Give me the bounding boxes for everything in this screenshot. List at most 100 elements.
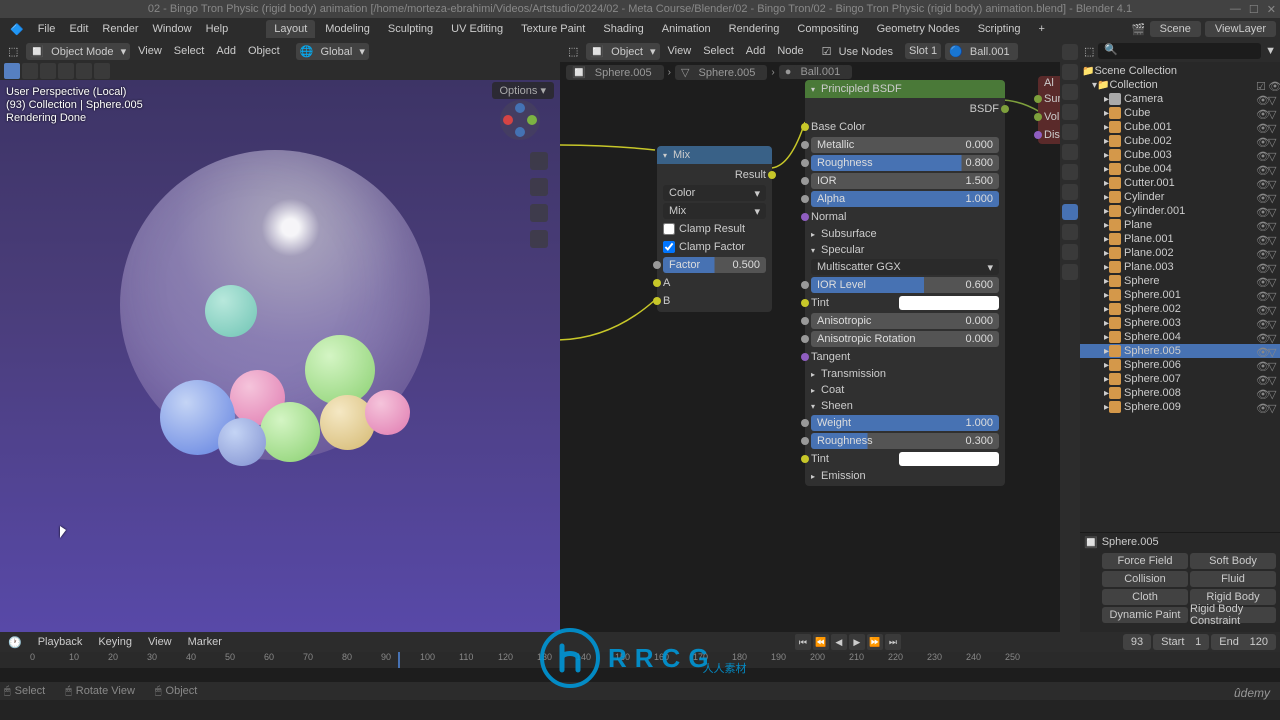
tl-menu-playback[interactable]: Playback bbox=[34, 634, 87, 650]
minimize-icon[interactable]: — bbox=[1230, 3, 1241, 16]
btn-softbody[interactable]: Soft Body bbox=[1190, 553, 1276, 569]
alpha-slider[interactable]: Alpha1.000 bbox=[811, 191, 999, 207]
ior-level-slider[interactable]: IOR Level0.600 bbox=[811, 277, 999, 293]
socket-bsdf[interactable] bbox=[1001, 105, 1009, 113]
zoom-icon[interactable] bbox=[530, 152, 548, 170]
menu-render[interactable]: Render bbox=[96, 21, 144, 37]
socket-b[interactable] bbox=[653, 297, 661, 305]
roughness-slider[interactable]: Roughness0.800 bbox=[811, 155, 999, 171]
tool-select[interactable] bbox=[4, 63, 20, 79]
tab-layout[interactable]: Layout bbox=[266, 20, 315, 38]
outliner-search[interactable]: 🔍 bbox=[1098, 43, 1261, 59]
keyframe-prev-icon[interactable]: ⏪ bbox=[813, 634, 829, 650]
start-frame-field[interactable]: Start 1 bbox=[1153, 634, 1209, 650]
outliner-row[interactable]: ▸Sphere.008👁▽ bbox=[1080, 386, 1280, 400]
mode-selector[interactable]: 🔲 Object Mode ▾ bbox=[26, 43, 130, 60]
menu-edit[interactable]: Edit bbox=[63, 21, 94, 37]
tint-swatch-1[interactable] bbox=[899, 296, 999, 310]
end-frame-field[interactable]: End 120 bbox=[1211, 634, 1276, 650]
tab-animation[interactable]: Animation bbox=[654, 20, 719, 38]
perspective-icon[interactable] bbox=[530, 230, 548, 248]
tab-geonodes[interactable]: Geometry Nodes bbox=[869, 20, 968, 38]
outliner-row[interactable]: ▸Cube👁▽ bbox=[1080, 106, 1280, 120]
tab-texture[interactable]: Texture Paint bbox=[513, 20, 593, 38]
clamp-result-check[interactable]: Clamp Result bbox=[663, 223, 745, 235]
vtab-viewlayer[interactable] bbox=[1062, 84, 1078, 100]
tab-uv[interactable]: UV Editing bbox=[443, 20, 511, 38]
emission-group[interactable]: ▸Emission bbox=[805, 468, 1005, 484]
outliner-type-icon[interactable]: ⬚ bbox=[1084, 45, 1094, 58]
tab-sculpting[interactable]: Sculpting bbox=[380, 20, 441, 38]
node-menu-view[interactable]: View bbox=[664, 43, 696, 59]
tool-transform[interactable] bbox=[94, 63, 110, 79]
current-frame-field[interactable]: 93 bbox=[1123, 634, 1151, 650]
specular-group[interactable]: ▾Specular bbox=[805, 242, 1005, 258]
orientation-selector[interactable]: 🌐 Global ▾ bbox=[296, 43, 369, 60]
play-reverse-icon[interactable]: ◀ bbox=[831, 634, 847, 650]
outliner-row[interactable]: ▸Sphere.007👁▽ bbox=[1080, 372, 1280, 386]
bsdf-header[interactable]: ▾Principled BSDF bbox=[805, 80, 1005, 98]
transmission-group[interactable]: ▸Transmission bbox=[805, 366, 1005, 382]
keyframe-next-icon[interactable]: ⏩ bbox=[867, 634, 883, 650]
tl-menu-keying[interactable]: Keying bbox=[94, 634, 136, 650]
jump-start-icon[interactable]: ⏮ bbox=[795, 634, 811, 650]
editor-type-icon[interactable]: ⬚ bbox=[4, 43, 22, 60]
outliner-row[interactable]: ▸Cube.002👁▽ bbox=[1080, 134, 1280, 148]
tl-menu-marker[interactable]: Marker bbox=[184, 634, 226, 650]
viewport-canvas[interactable]: User Perspective (Local) (93) Collection… bbox=[0, 80, 560, 632]
outliner-filter-icon[interactable]: ▼ bbox=[1265, 45, 1276, 57]
navigation-gizmo[interactable] bbox=[498, 98, 542, 142]
metallic-slider[interactable]: Metallic0.000 bbox=[811, 137, 999, 153]
vtab-scene[interactable] bbox=[1062, 104, 1078, 120]
vp-menu-add[interactable]: Add bbox=[212, 43, 240, 59]
outliner-row[interactable]: ▸Plane.002👁▽ bbox=[1080, 246, 1280, 260]
tool-cursor[interactable] bbox=[22, 63, 38, 79]
pan-icon[interactable] bbox=[530, 178, 548, 196]
viewlayer-selector[interactable]: ViewLayer bbox=[1205, 21, 1276, 37]
tool-rotate[interactable] bbox=[58, 63, 74, 79]
viewport-options[interactable]: Options ▾ bbox=[492, 82, 555, 99]
vtab-material[interactable] bbox=[1062, 264, 1078, 280]
vtab-physics[interactable] bbox=[1062, 204, 1078, 220]
vtab-render[interactable] bbox=[1062, 44, 1078, 60]
play-icon[interactable]: ▶ bbox=[849, 634, 865, 650]
node-menu-add[interactable]: Add bbox=[742, 43, 770, 59]
outliner-row[interactable]: ▸Sphere.006👁▽ bbox=[1080, 358, 1280, 372]
socket-basecolor[interactable] bbox=[801, 123, 809, 131]
btn-dynamicpaint[interactable]: Dynamic Paint bbox=[1102, 607, 1188, 623]
ior-slider[interactable]: IOR1.500 bbox=[811, 173, 999, 189]
node-menu-select[interactable]: Select bbox=[699, 43, 738, 59]
material-selector[interactable]: 🔵 Ball.001 bbox=[945, 43, 1018, 60]
outliner-row[interactable]: ▸Cylinder.001👁▽ bbox=[1080, 204, 1280, 218]
outliner-row[interactable]: ▸Plane.003👁▽ bbox=[1080, 260, 1280, 274]
vtab-object[interactable] bbox=[1062, 144, 1078, 160]
mix-header[interactable]: ▾Mix bbox=[657, 146, 772, 164]
tab-add[interactable]: + bbox=[1031, 20, 1053, 38]
vtab-world[interactable] bbox=[1062, 124, 1078, 140]
timeline-type-icon[interactable]: 🕐 bbox=[4, 634, 26, 651]
socket-a[interactable] bbox=[653, 279, 661, 287]
vtab-particles[interactable] bbox=[1062, 184, 1078, 200]
tab-rendering[interactable]: Rendering bbox=[721, 20, 788, 38]
camera-icon[interactable] bbox=[530, 204, 548, 222]
vp-menu-view[interactable]: View bbox=[134, 43, 166, 59]
subsurface-group[interactable]: ▸Subsurface bbox=[805, 226, 1005, 242]
node-principled-bsdf[interactable]: ▾Principled BSDF BSDF Base Color Metalli… bbox=[805, 80, 1005, 486]
outliner-row[interactable]: ▸Sphere.002👁▽ bbox=[1080, 302, 1280, 316]
outliner-row[interactable]: ▸Camera👁▽ bbox=[1080, 92, 1280, 106]
tab-shading[interactable]: Shading bbox=[595, 20, 651, 38]
outliner-row[interactable]: ▸Cutter.001👁▽ bbox=[1080, 176, 1280, 190]
btn-cloth[interactable]: Cloth bbox=[1102, 589, 1188, 605]
weight-slider[interactable]: Weight1.000 bbox=[811, 415, 999, 431]
btn-forcefield[interactable]: Force Field bbox=[1102, 553, 1188, 569]
vtab-constraints[interactable] bbox=[1062, 224, 1078, 240]
vtab-output[interactable] bbox=[1062, 64, 1078, 80]
blender-icon[interactable]: 🔷 bbox=[4, 21, 30, 38]
btn-fluid[interactable]: Fluid bbox=[1190, 571, 1276, 587]
tab-scripting[interactable]: Scripting bbox=[970, 20, 1029, 38]
outliner-row[interactable]: ▸Sphere.005👁▽ bbox=[1080, 344, 1280, 358]
slot-selector[interactable]: Slot 1 bbox=[905, 43, 941, 59]
btn-collision[interactable]: Collision bbox=[1102, 571, 1188, 587]
outliner-row[interactable]: ▸Cube.003👁▽ bbox=[1080, 148, 1280, 162]
outliner-row[interactable]: ▸Plane👁▽ bbox=[1080, 218, 1280, 232]
